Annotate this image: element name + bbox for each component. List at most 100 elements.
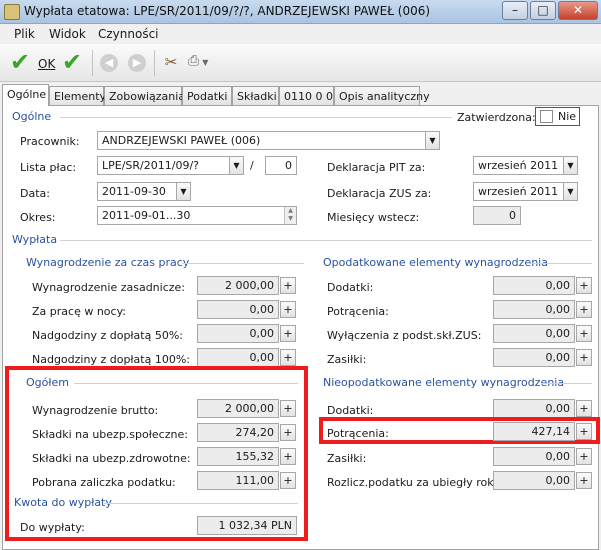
maximize-icon: □ bbox=[537, 3, 549, 17]
night-work-label: Za pracę w nocy: bbox=[32, 305, 126, 318]
tax-advance-add-button[interactable]: + bbox=[280, 472, 296, 489]
previous-button[interactable]: ◀ bbox=[100, 54, 118, 72]
toolbar-separator bbox=[92, 50, 93, 76]
menu-item-czynnosci[interactable]: Czynności bbox=[98, 27, 159, 41]
plus-icon: + bbox=[283, 303, 293, 316]
approved-toggle[interactable]: Nie bbox=[535, 107, 580, 126]
date-field[interactable]: 2011-09-30 bbox=[97, 182, 177, 201]
gross-salary-field[interactable]: 2 000,00 bbox=[197, 399, 279, 418]
payroll-number-field[interactable]: 0 bbox=[265, 156, 297, 175]
overtime-50-add-button[interactable]: + bbox=[280, 325, 296, 342]
untaxed-allowance-add-button[interactable]: + bbox=[576, 448, 592, 465]
tab-skladki[interactable]: Składki bbox=[232, 86, 279, 105]
base-salary-label: Wynagrodzenie zasadnicze: bbox=[32, 281, 186, 294]
taxed-deduction-field[interactable]: 0,00 bbox=[493, 300, 575, 319]
chevron-down-icon: ▼ bbox=[429, 136, 436, 145]
night-work-add-button[interactable]: + bbox=[280, 301, 296, 318]
plus-icon: + bbox=[283, 351, 293, 364]
divider bbox=[74, 383, 298, 384]
minimize-button[interactable]: – bbox=[502, 1, 528, 20]
toolbar: ✔ OK ✔ ◀ ▶ ✂ ⎙ ▼ bbox=[0, 44, 601, 82]
approved-value: Nie bbox=[558, 110, 577, 123]
tab-podatki[interactable]: Podatki bbox=[182, 86, 232, 105]
health-insurance-add-button[interactable]: + bbox=[280, 448, 296, 465]
employee-dropdown[interactable]: ▼ bbox=[425, 131, 440, 150]
period-spinner[interactable]: ▲ ▼ bbox=[284, 207, 296, 224]
tab-elementy[interactable]: Elementy bbox=[49, 86, 106, 105]
untaxed-bonus-add-button[interactable]: + bbox=[576, 400, 592, 417]
net-pay-field[interactable]: 1 032,34 PLN bbox=[197, 516, 297, 535]
gross-salary-label: Wynagrodzenie brutto: bbox=[32, 404, 159, 417]
plus-icon: + bbox=[283, 279, 293, 292]
payroll-field[interactable]: LPE/SR/2011/09/? bbox=[97, 156, 230, 175]
zus-exclusion-add-button[interactable]: + bbox=[576, 325, 592, 342]
ok-button[interactable]: ✔ OK bbox=[8, 50, 62, 76]
payroll-separator: / bbox=[250, 159, 254, 172]
health-insurance-field[interactable]: 155,32 bbox=[197, 447, 279, 466]
date-dropdown[interactable]: ▼ bbox=[176, 182, 191, 201]
tab-zobowiazania[interactable]: Zobowiązania bbox=[104, 86, 185, 105]
menu-item-widok[interactable]: Widok bbox=[49, 27, 86, 41]
app-icon bbox=[4, 4, 20, 20]
section-heading-payout: Wypłata bbox=[12, 233, 58, 246]
divider bbox=[60, 240, 592, 241]
section-heading-total: Ogółem bbox=[26, 376, 69, 389]
base-salary-add-button[interactable]: + bbox=[280, 277, 296, 294]
tax-advance-label: Pobrana zaliczka podatku: bbox=[32, 476, 176, 489]
save-button[interactable]: ✔ bbox=[62, 50, 88, 76]
overtime-50-field[interactable]: 0,00 bbox=[197, 324, 279, 343]
prior-year-tax-add-button[interactable]: + bbox=[576, 472, 592, 489]
plus-icon: + bbox=[579, 425, 589, 438]
taxed-deduction-add-button[interactable]: + bbox=[576, 301, 592, 318]
close-button[interactable]: ✕ bbox=[558, 1, 598, 20]
prior-year-tax-field[interactable]: 0,00 bbox=[493, 471, 575, 490]
checkmark-icon: ✔ bbox=[10, 48, 31, 76]
zus-exclusion-field[interactable]: 0,00 bbox=[493, 324, 575, 343]
pit-field[interactable]: wrzesień 2011 bbox=[473, 156, 564, 175]
plus-icon: + bbox=[579, 279, 589, 292]
zus-label: Deklaracja ZUS za: bbox=[327, 187, 432, 200]
tools-icon: ✂ bbox=[164, 53, 178, 71]
months-back-field[interactable]: 0 bbox=[473, 206, 521, 225]
zus-dropdown[interactable]: ▼ bbox=[563, 182, 578, 201]
divider bbox=[541, 383, 592, 384]
taxed-bonus-field[interactable]: 0,00 bbox=[493, 276, 575, 295]
social-insurance-field[interactable]: 274,20 bbox=[197, 423, 279, 442]
untaxed-bonus-label: Dodatki: bbox=[327, 404, 374, 417]
tab-opis-analityczny[interactable]: Opis analityczny bbox=[334, 86, 430, 105]
gross-salary-add-button[interactable]: + bbox=[280, 400, 296, 417]
tax-advance-field[interactable]: 111,00 bbox=[197, 471, 279, 490]
maximize-button[interactable]: □ bbox=[530, 1, 556, 20]
untaxed-deduction-add-button[interactable]: + bbox=[576, 423, 592, 440]
employee-label: Pracownik: bbox=[20, 135, 80, 148]
period-value: 2011-09-01...30 bbox=[102, 209, 191, 222]
divider bbox=[60, 117, 452, 118]
overtime-100-field[interactable]: 0,00 bbox=[197, 348, 279, 367]
plus-icon: + bbox=[579, 351, 589, 364]
tab-ogolne[interactable]: Ogólne bbox=[2, 84, 49, 106]
payroll-dropdown[interactable]: ▼ bbox=[229, 156, 244, 175]
tools-button[interactable]: ✂ bbox=[162, 53, 180, 71]
taxed-allowance-add-button[interactable]: + bbox=[576, 349, 592, 366]
tab-0110[interactable]: 0110 0 0 bbox=[279, 86, 334, 105]
print-button[interactable]: ⎙ ▼ bbox=[188, 53, 218, 71]
period-field[interactable]: 2011-09-01...30 bbox=[97, 206, 297, 225]
taxed-bonus-add-button[interactable]: + bbox=[576, 277, 592, 294]
net-pay-label: Do wypłaty: bbox=[20, 521, 85, 534]
plus-icon: + bbox=[579, 474, 589, 487]
social-insurance-add-button[interactable]: + bbox=[280, 424, 296, 441]
night-work-field[interactable]: 0,00 bbox=[197, 300, 279, 319]
plus-icon: + bbox=[283, 426, 293, 439]
base-salary-field[interactable]: 2 000,00 bbox=[197, 276, 279, 295]
untaxed-bonus-field[interactable]: 0,00 bbox=[493, 399, 575, 418]
employee-field[interactable]: ANDRZEJEWSKI PAWEŁ (006) bbox=[97, 131, 426, 150]
overtime-50-label: Nadgodziny z dopłatą 50%: bbox=[32, 329, 183, 342]
pit-dropdown[interactable]: ▼ bbox=[563, 156, 578, 175]
next-button[interactable]: ▶ bbox=[128, 54, 146, 72]
menu-item-plik[interactable]: Plik bbox=[14, 27, 35, 41]
overtime-100-add-button[interactable]: + bbox=[280, 349, 296, 366]
taxed-allowance-field[interactable]: 0,00 bbox=[493, 348, 575, 367]
zus-field[interactable]: wrzesień 2011 bbox=[473, 182, 564, 201]
untaxed-allowance-field[interactable]: 0,00 bbox=[493, 447, 575, 466]
untaxed-deduction-field[interactable]: 427,14 bbox=[493, 422, 575, 441]
